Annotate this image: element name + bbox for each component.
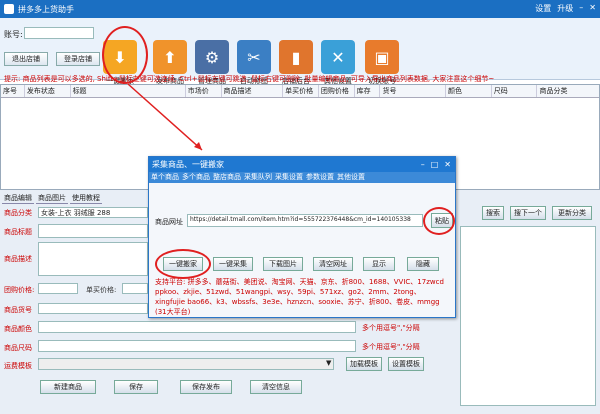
single-price-label: 单买价格: <box>86 286 117 294</box>
highlight-circle <box>102 26 148 84</box>
size-note: 多个用逗号","分隔 <box>362 343 420 351</box>
menu-whole-store[interactable]: 整店商品 <box>213 172 241 183</box>
col-header[interactable]: 尺码 <box>492 85 538 97</box>
title-bar: 拼多多上货助手 设置 升级 – ✕ <box>0 0 600 18</box>
single-price-field[interactable] <box>122 283 148 294</box>
size-field[interactable] <box>38 340 356 352</box>
set-template-button[interactable]: 设置模板 <box>388 357 424 371</box>
dialog-title-bar: 采集商品、一键搬家 – □ ✕ <box>149 157 455 172</box>
desc-field[interactable] <box>38 242 148 276</box>
dialog-title: 采集商品、一键搬家 <box>152 160 224 169</box>
clear-info-button[interactable]: 清空信息 <box>250 380 302 394</box>
clear-url-button[interactable]: 清空网址 <box>313 257 353 271</box>
col-header[interactable]: 单买价格 <box>283 85 319 97</box>
size-label: 商品尺码 <box>4 344 32 352</box>
dialog-body: 商品网址 https://detail.tmall.com/item.htm?i… <box>149 183 455 317</box>
tab-edit[interactable]: 商品编辑 <box>2 193 34 204</box>
logout-store-button[interactable]: 退出店铺 <box>4 52 48 66</box>
title-field[interactable] <box>38 224 148 238</box>
app-title: 拼多多上货助手 <box>18 4 74 14</box>
supported-platforms: 支持平台: 拼多多、蘑菇街、美团说、淘宝网、天猫、京东、折800、1688、VV… <box>155 278 444 316</box>
login-store-button[interactable]: 登录店铺 <box>56 52 100 66</box>
category-field[interactable]: 女装-上衣 羽绒服 288 <box>38 207 148 218</box>
show-button[interactable]: 显示 <box>363 257 395 271</box>
tab-images[interactable]: 商品图片 <box>36 193 68 204</box>
search-next-button[interactable]: 搜下一个 <box>510 206 546 220</box>
col-header[interactable]: 商品分类 <box>537 85 599 97</box>
color-label: 商品颜色 <box>4 325 32 333</box>
category-list[interactable] <box>460 226 596 406</box>
download-images-button[interactable]: 下载图片 <box>263 257 303 271</box>
ship-label: 运费模板 <box>4 362 32 370</box>
menu-collect-settings[interactable]: 采集设置 <box>275 172 303 183</box>
hint-text: 提示: 商品列表是可以多选的, Shift+鼠标左键可选连续, Ctrl+鼠标左… <box>4 75 495 83</box>
desc-label: 商品描述 <box>4 255 32 263</box>
col-header[interactable]: 序号 <box>1 85 25 97</box>
code-field[interactable] <box>38 303 148 314</box>
color-note: 多个用逗号","分隔 <box>362 324 420 332</box>
new-product-button[interactable]: 新建商品 <box>40 380 96 394</box>
one-click-collect-button[interactable]: 一键采集 <box>213 257 253 271</box>
dialog-minimize-icon[interactable]: – <box>421 157 425 172</box>
edit-tabs: 商品编辑 商品图片 使用教程 <box>2 193 102 204</box>
menu-multiple[interactable]: 多个商品 <box>182 172 210 183</box>
col-header[interactable]: 商品描述 <box>222 85 284 97</box>
code-label: 商品货号 <box>4 306 32 314</box>
category-label: 商品分类 <box>4 209 32 217</box>
collect-dialog: 采集商品、一键搬家 – □ ✕ 单个商品 多个商品 整店商品 采集队列 采集设置… <box>148 156 456 318</box>
grid-header: 序号 发布状态 标题 市场价 商品描述 单买价格 团购价格 库存 货号 颜色 尺… <box>1 85 599 98</box>
menu-single[interactable]: 单个商品 <box>151 172 179 183</box>
title-label: 商品标题 <box>4 228 32 236</box>
dialog-menu: 单个商品 多个商品 整店商品 采集队列 采集设置 参数设置 其他设置 <box>149 172 455 183</box>
gear-icon: ⚙ <box>195 40 229 74</box>
menu-queue[interactable]: 采集队列 <box>244 172 272 183</box>
tools-icon: ✕ <box>321 40 355 74</box>
top-panel: 账号: 退出店铺 登录店铺 ⬇ 一键搬家 ⬆ 发布商品 ⚙ 管理商品 ✂ 自动修… <box>0 18 600 85</box>
save-button[interactable]: 保存 <box>114 380 158 394</box>
col-header[interactable]: 库存 <box>355 85 381 97</box>
menu-param-settings[interactable]: 参数设置 <box>306 172 334 183</box>
scissors-icon: ✂ <box>237 40 271 74</box>
group-price-field[interactable] <box>38 283 78 294</box>
url-input[interactable]: https://detail.tmall.com/item.htm?id=555… <box>187 214 423 227</box>
group-price-label: 团购价格: <box>4 286 35 294</box>
account-label: 账号: <box>4 30 23 39</box>
col-header[interactable]: 颜色 <box>446 85 492 97</box>
menu-other-settings[interactable]: 其他设置 <box>337 172 365 183</box>
tab-tutorial[interactable]: 使用教程 <box>70 193 102 204</box>
update-category-button[interactable]: 更新分类 <box>552 206 592 220</box>
account-input[interactable] <box>24 27 94 39</box>
col-header[interactable]: 标题 <box>71 85 186 97</box>
hide-button[interactable]: 隐藏 <box>407 257 439 271</box>
bookmark-icon: ▮ <box>279 40 313 74</box>
url-label: 商品网址 <box>155 218 183 226</box>
upgrade-button[interactable]: 升级 <box>557 3 573 14</box>
ship-template-select[interactable] <box>38 358 334 370</box>
paste-highlight <box>423 207 455 235</box>
col-header[interactable]: 市场价 <box>186 85 222 97</box>
search-button[interactable]: 搜索 <box>482 206 504 220</box>
app-logo-icon <box>4 4 14 14</box>
save-publish-button[interactable]: 保存发布 <box>180 380 232 394</box>
briefcase-icon: ▣ <box>365 40 399 74</box>
load-template-button[interactable]: 加载模板 <box>346 357 382 371</box>
move-highlight <box>155 249 211 279</box>
col-header[interactable]: 发布状态 <box>25 85 71 97</box>
dialog-close-icon[interactable]: ✕ <box>444 157 451 172</box>
settings-button[interactable]: 设置 <box>535 3 551 14</box>
close-icon[interactable]: ✕ <box>589 3 596 14</box>
dialog-maximize-icon[interactable]: □ <box>431 157 439 172</box>
color-field[interactable] <box>38 321 356 333</box>
col-header[interactable]: 货号 <box>380 85 447 97</box>
minimize-icon[interactable]: – <box>579 3 583 14</box>
cloud-upload-icon: ⬆ <box>153 40 187 74</box>
chevron-down-icon: ▼ <box>326 359 332 367</box>
col-header[interactable]: 团购价格 <box>319 85 355 97</box>
